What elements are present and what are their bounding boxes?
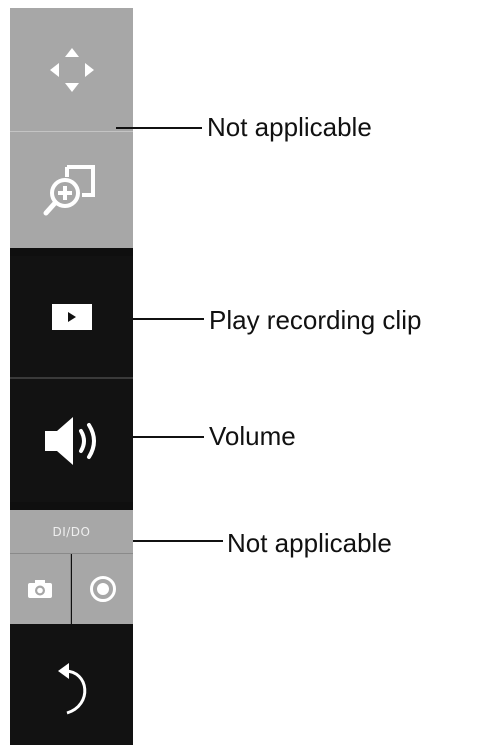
annotation-play: Play recording clip — [209, 305, 422, 335]
leader-line-volume — [133, 436, 204, 438]
play-button[interactable] — [10, 256, 133, 378]
capture-row — [10, 554, 133, 624]
annotation-dido: Not applicable — [227, 528, 392, 558]
control-toolbar: DI/DO — [10, 8, 133, 745]
camera-icon — [28, 580, 52, 598]
record-button[interactable] — [72, 554, 133, 624]
annotation-volume: Volume — [209, 421, 296, 451]
dido-button[interactable]: DI/DO — [10, 510, 133, 554]
record-icon — [89, 576, 116, 602]
back-button[interactable] — [10, 630, 133, 745]
annotation-zoom: Not applicable — [207, 112, 372, 142]
move-arrows-icon — [49, 47, 94, 92]
leader-line-play — [133, 318, 204, 320]
zoom-button[interactable] — [10, 132, 133, 248]
play-icon — [51, 303, 92, 330]
undo-arrow-icon — [57, 662, 86, 714]
move-button[interactable] — [10, 8, 133, 132]
volume-button[interactable] — [10, 378, 133, 502]
leader-line-dido — [133, 540, 223, 542]
zoom-in-icon — [43, 165, 95, 216]
snapshot-button[interactable] — [10, 554, 71, 624]
dido-label: DI/DO — [52, 524, 91, 539]
leader-line-zoom — [116, 127, 202, 129]
speaker-icon — [44, 416, 96, 465]
